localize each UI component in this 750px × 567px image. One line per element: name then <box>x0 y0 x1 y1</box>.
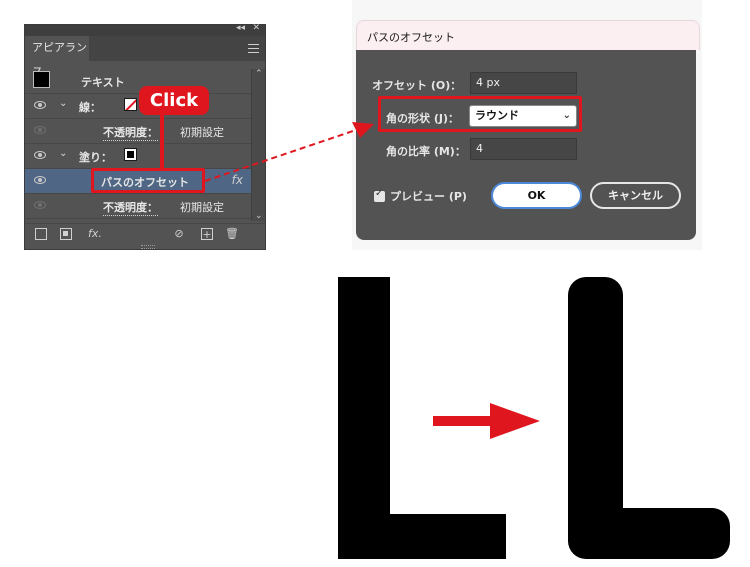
connector-arrowhead <box>352 122 374 138</box>
connector-arrow <box>204 122 374 182</box>
connector-dashed-line <box>204 129 357 182</box>
